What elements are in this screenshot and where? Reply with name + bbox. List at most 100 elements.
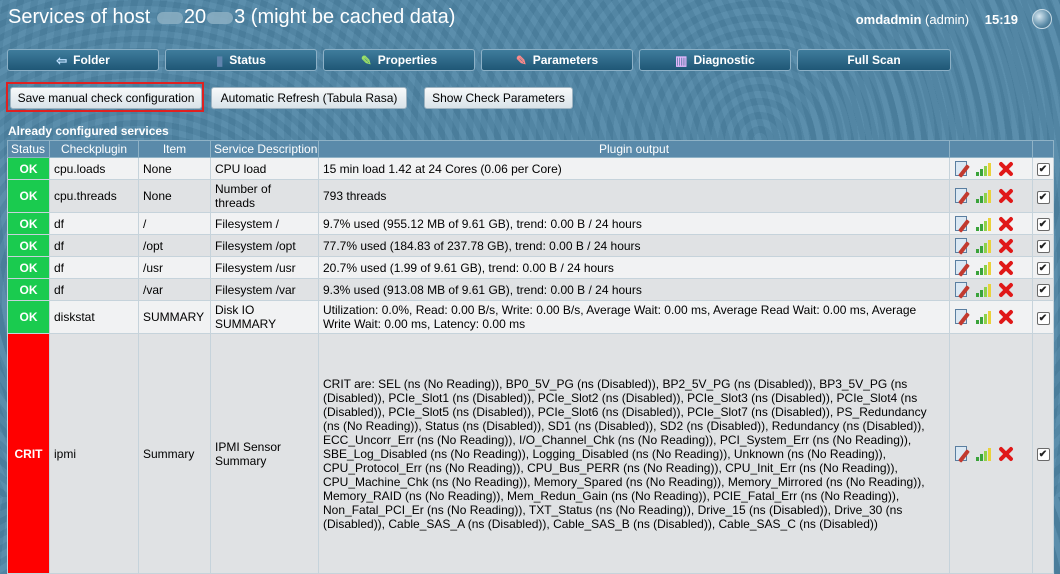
checkplugin-cell: cpu.threads [49, 179, 139, 213]
checkplugin-cell: cpu.loads [49, 157, 139, 180]
row-actions [949, 278, 1033, 301]
checkplugin-cell: diskstat [49, 300, 139, 334]
remove-service-icon[interactable] [996, 215, 1014, 233]
plugin-output-cell: 15 min load 1.42 at 24 Cores (0.06 per C… [318, 157, 950, 180]
edit-parameters-icon[interactable] [954, 445, 972, 463]
folder-button[interactable]: ⇦ Folder [7, 49, 159, 71]
plugin-output-cell: CRIT are: SEL (ns (No Reading)), BP0_5V_… [318, 333, 950, 574]
status-badge: OK [7, 179, 50, 213]
signal-strength-icon[interactable] [975, 260, 993, 276]
item-cell: SUMMARY [138, 300, 211, 334]
col-item[interactable]: Item [138, 140, 211, 158]
save-manual-check-config-button[interactable]: Save manual check configuration [10, 87, 202, 109]
table-row: OK df/var Filesystem /var 9.3% used (913.08… [7, 278, 1054, 301]
service-checkbox[interactable]: ✔ [1036, 218, 1050, 231]
service-description-cell: Number of threads [210, 179, 319, 213]
folder-button-label: Folder [73, 53, 110, 67]
properties-button-label: Properties [377, 53, 438, 67]
signal-strength-icon[interactable] [975, 282, 993, 298]
item-cell: / [138, 212, 211, 235]
globe-icon[interactable] [1032, 9, 1052, 29]
remove-service-icon[interactable] [996, 187, 1014, 205]
plugin-output-cell: 20.7% used (1.99 of 9.61 GB), trend: 0.0… [318, 256, 950, 279]
service-description-cell: Disk IO SUMMARY [210, 300, 319, 334]
diagnostic-button-label: Diagnostic [693, 53, 755, 67]
col-plugin-output[interactable]: Plugin output [318, 140, 950, 158]
edit-parameters-icon[interactable] [954, 187, 972, 205]
col-checkplugin[interactable]: Checkplugin [49, 140, 139, 158]
edit-parameters-icon[interactable] [954, 160, 972, 178]
show-check-parameters-button[interactable]: Show Check Parameters [424, 87, 573, 109]
parameters-icon: ✎ [515, 52, 527, 68]
checkbox-cell: ✔ [1032, 234, 1054, 257]
row-actions [949, 179, 1033, 213]
checkbox-cell: ✔ [1032, 179, 1054, 213]
signal-strength-icon[interactable] [975, 238, 993, 254]
service-checkbox[interactable]: ✔ [1036, 284, 1050, 297]
status-button[interactable]: ▮ Status [165, 49, 317, 71]
service-checkbox[interactable]: ✔ [1036, 190, 1050, 204]
checkbox-cell: ✔ [1032, 256, 1054, 279]
col-service-description[interactable]: Service Description [210, 140, 319, 158]
table-row: OK cpu.threads None Number of threads 793 th… [7, 179, 1054, 213]
remove-service-icon[interactable] [996, 281, 1014, 299]
status-badge: OK [7, 234, 50, 257]
checkbox-cell: ✔ [1032, 300, 1054, 334]
remove-service-icon[interactable] [996, 259, 1014, 277]
col-status[interactable]: Status [7, 140, 50, 158]
remove-service-icon[interactable] [996, 445, 1014, 463]
diagnostic-button[interactable]: ▥ Diagnostic [639, 49, 791, 71]
service-checkbox[interactable]: ✔ [1036, 311, 1050, 325]
item-cell: None [138, 157, 211, 180]
folder-back-icon: ⇦ [56, 52, 68, 68]
table-row: OK df/usr Filesystem /usr 20.7% used (1.99 … [7, 256, 1054, 279]
user-role: (admin) [925, 12, 970, 27]
edit-parameters-icon[interactable] [954, 237, 972, 255]
parameters-button[interactable]: ✎ Parameters [481, 49, 633, 71]
table-header-row: Status Checkplugin Item Service Descript… [7, 140, 1054, 158]
edit-parameters-icon[interactable] [954, 308, 972, 326]
diagnostic-icon: ▥ [675, 52, 688, 68]
signal-strength-icon[interactable] [975, 216, 993, 232]
edit-parameters-icon[interactable] [954, 259, 972, 277]
plugin-output-cell: 9.3% used (913.08 MB of 9.61 GB), trend:… [318, 278, 950, 301]
checkbox-cell: ✔ [1032, 157, 1054, 180]
page-title: Services of host 20 3 (might be cached da… [8, 6, 455, 29]
properties-button[interactable]: ✎ Properties [323, 49, 475, 71]
status-badge: OK [7, 256, 50, 279]
full-scan-button[interactable]: Full Scan [797, 49, 951, 71]
checkplugin-cell: df [49, 234, 139, 257]
full-scan-button-label: Full Scan [847, 53, 901, 67]
signal-strength-icon[interactable] [975, 188, 993, 204]
user-info: omdadmin (admin) 15:19 [856, 12, 1018, 27]
edit-parameters-icon[interactable] [954, 281, 972, 299]
status-badge: OK [7, 300, 50, 334]
service-checkbox[interactable]: ✔ [1036, 262, 1050, 275]
table-row: OK df / Filesystem /9.7% used (955.12 MB of… [7, 212, 1054, 235]
table-row: OK df/opt Filesystem /opt 77.7% used (184.8… [7, 234, 1054, 257]
edit-parameters-icon[interactable] [954, 215, 972, 233]
item-cell: /var [138, 278, 211, 301]
automatic-refresh-button[interactable]: Automatic Refresh (Tabula Rasa) [211, 87, 407, 109]
col-checkbox [1032, 140, 1054, 158]
row-actions [949, 300, 1033, 334]
signal-strength-icon[interactable] [975, 446, 993, 462]
checkbox-cell: ✔ [1032, 212, 1054, 235]
signal-strength-icon[interactable] [975, 161, 993, 177]
remove-service-icon[interactable] [996, 308, 1014, 326]
row-actions [949, 333, 1033, 574]
col-actions [949, 140, 1033, 158]
service-checkbox[interactable]: ✔ [1036, 163, 1050, 176]
item-cell: /usr [138, 256, 211, 279]
service-description-cell: Filesystem /opt [210, 234, 319, 257]
signal-strength-icon[interactable] [975, 309, 993, 325]
username[interactable]: omdadmin [856, 12, 922, 27]
status-badge: CRIT [7, 333, 50, 574]
service-checkbox[interactable]: ✔ [1036, 448, 1050, 461]
status-badge: OK [7, 212, 50, 235]
service-description-cell: Filesystem /usr [210, 256, 319, 279]
remove-service-icon[interactable] [996, 237, 1014, 255]
service-checkbox[interactable]: ✔ [1036, 240, 1050, 253]
redacted-hostname-part [156, 11, 183, 24]
remove-service-icon[interactable] [996, 160, 1014, 178]
